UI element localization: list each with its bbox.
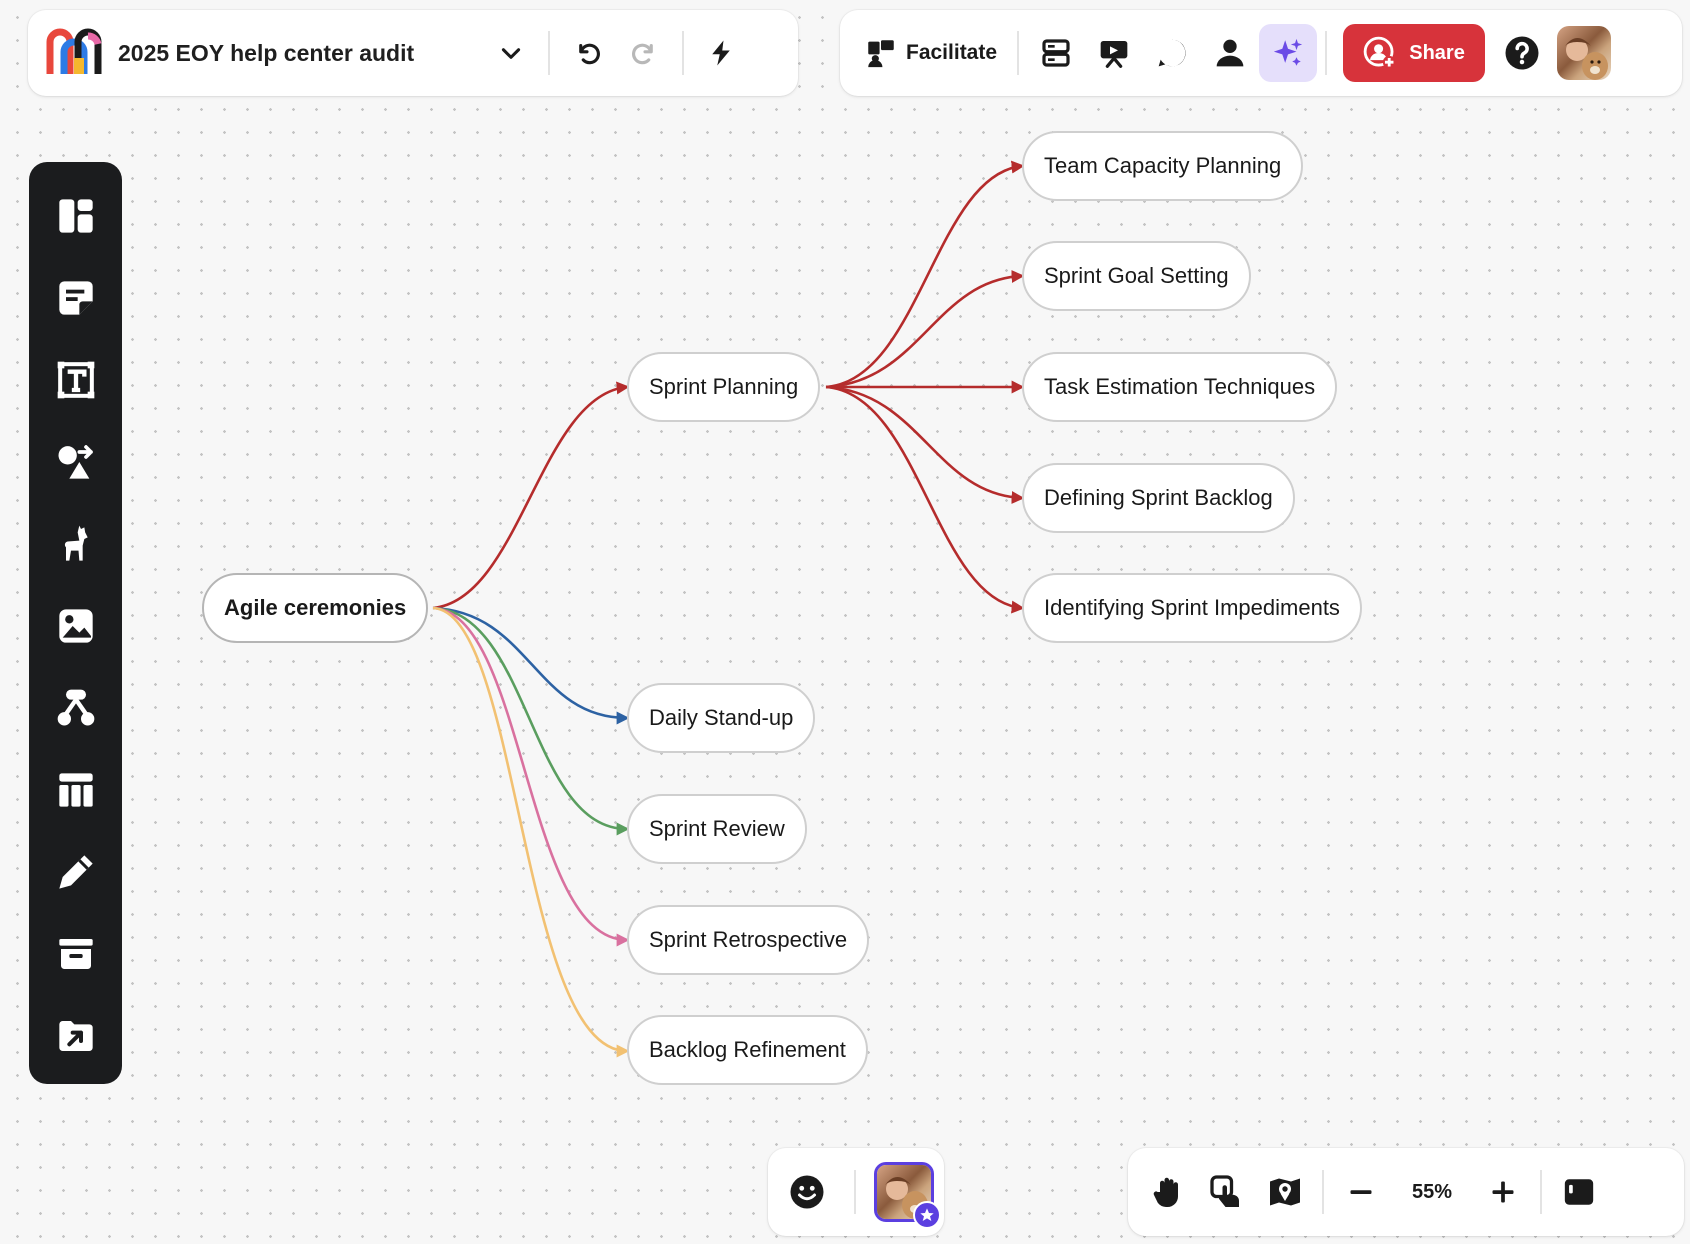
bottom-collab-toolbar (768, 1148, 944, 1236)
plus-icon[interactable] (1474, 1163, 1532, 1221)
divider (1322, 1170, 1324, 1214)
node-sprint-goal-setting[interactable]: Sprint Goal Setting (1022, 241, 1251, 311)
node-daily-standup[interactable]: Daily Stand-up (627, 683, 816, 753)
divider (1540, 1170, 1542, 1214)
node-team-capacity-planning[interactable]: Team Capacity Planning (1022, 131, 1304, 201)
minus-icon[interactable] (1332, 1163, 1390, 1221)
hand-icon[interactable] (1140, 1163, 1198, 1221)
node-sprint-planning[interactable]: Sprint Planning (627, 352, 821, 422)
mindmap-root-node[interactable]: Agile ceremonies (202, 573, 429, 643)
edge-planning-impediments[interactable] (825, 385, 1025, 614)
map-pin-icon[interactable] (1256, 1163, 1314, 1221)
node-defining-sprint-backlog[interactable]: Defining Sprint Backlog (1022, 463, 1295, 533)
edge-planning-goal[interactable] (825, 269, 1025, 389)
edge-root-sprint-retro[interactable] (432, 606, 630, 947)
edge-root-daily-standup[interactable] (432, 606, 630, 725)
divider (854, 1170, 856, 1214)
bottom-navigation-toolbar: 55% (1128, 1148, 1684, 1236)
edge-planning-capacity[interactable] (825, 160, 1025, 389)
node-task-estimation[interactable]: Task Estimation Techniques (1022, 352, 1338, 422)
zoom-level[interactable]: 55% (1390, 1181, 1474, 1204)
star-badge-icon (913, 1201, 941, 1229)
edge-root-backlog-refinement[interactable] (432, 606, 630, 1058)
node-sprint-review[interactable]: Sprint Review (627, 794, 807, 864)
emoji-icon[interactable] (778, 1163, 836, 1221)
touch-icon[interactable] (1198, 1163, 1256, 1221)
node-sprint-retrospective[interactable]: Sprint Retrospective (627, 905, 870, 975)
edge-planning-backlog[interactable] (825, 385, 1025, 505)
collaborator-avatar[interactable] (874, 1162, 941, 1229)
edge-root-sprint-review[interactable] (432, 606, 630, 836)
node-identifying-impediments[interactable]: Identifying Sprint Impediments (1022, 573, 1362, 643)
edge-root-sprint-planning[interactable] (432, 381, 630, 610)
panel-icon[interactable] (1550, 1163, 1608, 1221)
node-backlog-refinement[interactable]: Backlog Refinement (627, 1015, 868, 1085)
